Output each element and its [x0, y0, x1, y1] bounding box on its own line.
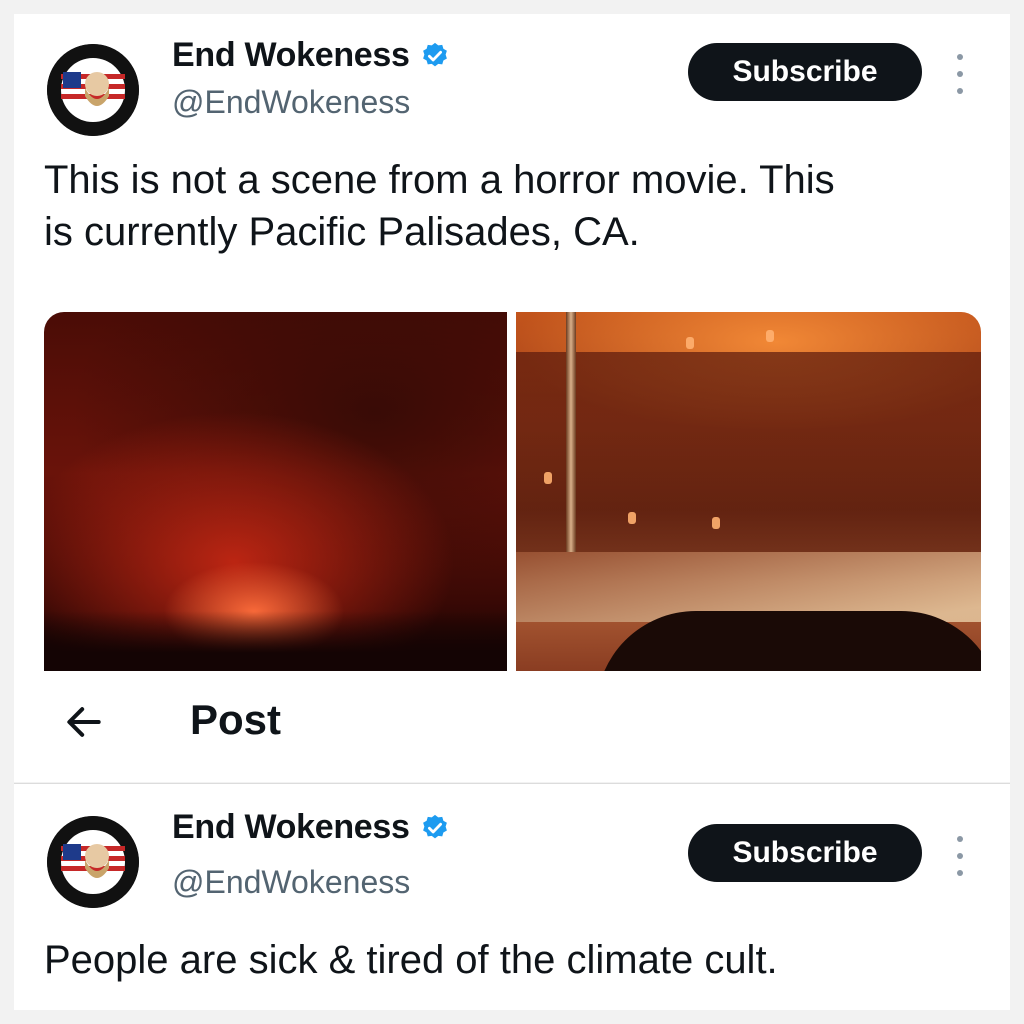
- tweet-text-line: is currently Pacific Palisades, CA.: [44, 210, 640, 254]
- subscribe-button[interactable]: Subscribe: [688, 824, 922, 882]
- avatar-logo-icon: [47, 44, 139, 136]
- page-title: Post: [190, 696, 282, 743]
- more-vertical-icon[interactable]: [950, 836, 970, 876]
- post-header-bar: Post: [14, 672, 1010, 782]
- avatar[interactable]: [47, 816, 139, 908]
- media-grid: [44, 312, 981, 671]
- author-handle[interactable]: @EndWokeness: [172, 84, 410, 121]
- tweet-text: People are sick & tired of the climate c…: [44, 938, 778, 982]
- tweet-text: This is not a scene from a horror movie.…: [44, 154, 835, 258]
- main-tweet-card[interactable]: End Wokeness @EndWokeness Subscribe Peop…: [14, 783, 1010, 1010]
- author-name[interactable]: End Wokeness: [172, 36, 410, 75]
- author-name[interactable]: End Wokeness: [172, 808, 410, 847]
- media-image-fire[interactable]: [44, 312, 507, 671]
- more-vertical-icon[interactable]: [950, 54, 970, 94]
- verified-badge-icon: [422, 814, 447, 838]
- arrow-left-icon[interactable]: [62, 700, 106, 744]
- avatar-logo-icon: [47, 816, 139, 908]
- tweet-text-line: This is not a scene from a horror movie.…: [44, 158, 835, 202]
- quoted-tweet-card[interactable]: End Wokeness @EndWokeness Subscribe This…: [14, 14, 1010, 672]
- media-image-street[interactable]: [516, 312, 981, 671]
- subscribe-button[interactable]: Subscribe: [688, 43, 922, 101]
- verified-badge-icon: [422, 42, 447, 66]
- avatar[interactable]: [47, 44, 139, 136]
- author-handle[interactable]: @EndWokeness: [172, 864, 410, 901]
